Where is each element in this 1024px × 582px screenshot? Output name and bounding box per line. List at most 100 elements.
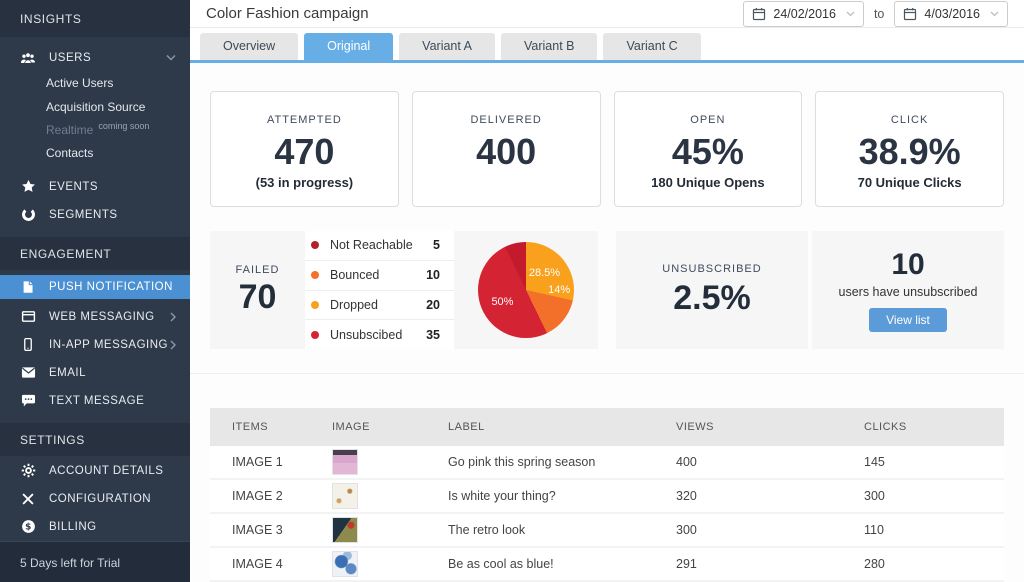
tab-variant-b[interactable]: Variant B (501, 33, 598, 60)
column-header-clicks: CLICKS (864, 421, 1004, 433)
tab-original[interactable]: Original (304, 33, 393, 60)
segments-ring-icon (20, 207, 36, 223)
stat-subtext: 180 Unique Opens (651, 175, 764, 191)
sidebar-item-web-messaging[interactable]: WEB MESSAGING (0, 303, 190, 331)
cell-label: Be as cool as blue! (448, 557, 676, 571)
tab-bar: Overview Original Variant A Variant B Va… (190, 28, 1024, 63)
failed-panel: FAILED 70 Not Reachable 5 Bounced 10 (210, 231, 598, 349)
date-to-value: 4/03/2016 (924, 7, 980, 21)
tab-variant-c[interactable]: Variant C (603, 33, 700, 60)
dollar-icon: $ (20, 519, 36, 535)
sidebar-item-billing[interactable]: $ BILLING (0, 513, 190, 541)
sidebar-item-contacts[interactable]: Contacts (0, 142, 190, 165)
sidebar-item-label: WEB MESSAGING (49, 311, 155, 323)
sidebar-item-label: BILLING (49, 521, 97, 533)
product-thumbnail (332, 551, 358, 577)
legend-item-bounced: Bounced 10 (305, 261, 454, 291)
tools-icon (20, 491, 36, 507)
sidebar-item-users[interactable]: USERS (0, 44, 190, 72)
cell-image (332, 517, 448, 543)
cell-label: Is white your thing? (448, 489, 676, 503)
stat-value: 45% (672, 131, 744, 172)
table-header: ITEMS IMAGE LABEL VIEWS CLICKS (210, 408, 1004, 446)
legend-item-unsubscribed: Unsubscibed 35 (305, 320, 454, 349)
cell-views: 300 (676, 523, 864, 537)
trial-days-left: 5 Days left for Trial (0, 541, 190, 582)
date-from-picker[interactable]: 24/02/2016 (743, 1, 864, 27)
sidebar-item-configuration[interactable]: CONFIGURATION (0, 485, 190, 513)
sidebar-item-email[interactable]: EMAIL (0, 359, 190, 387)
legend-value: 10 (426, 268, 440, 282)
column-header-items: ITEMS (210, 421, 332, 433)
sidebar: INSIGHTS USERS Active Users Acquisition … (0, 0, 190, 582)
legend-value: 35 (426, 328, 440, 342)
sidebar-item-account-details[interactable]: ACCOUNT DETAILS (0, 457, 190, 485)
sidebar-item-label: USERS (49, 52, 91, 64)
sidebar-item-label: EMAIL (49, 367, 86, 379)
cell-item: IMAGE 3 (210, 523, 332, 537)
section-divider (190, 373, 1024, 374)
stat-card-click: CLICK 38.9% 70 Unique Clicks (815, 91, 1004, 207)
tab-variant-a[interactable]: Variant A (399, 33, 495, 60)
sidebar-item-push-notification[interactable]: PUSH NOTIFICATION (0, 275, 190, 299)
phone-icon (20, 337, 36, 353)
stat-label: OPEN (690, 114, 725, 126)
cell-label: Go pink this spring season (448, 455, 676, 469)
tab-overview[interactable]: Overview (200, 33, 298, 60)
top-bar: Color Fashion campaign 24/02/2016 to 4/0… (190, 0, 1024, 28)
page-title: Color Fashion campaign (206, 5, 369, 22)
view-list-button[interactable]: View list (869, 308, 947, 332)
sidebar-item-active-users[interactable]: Active Users (0, 72, 190, 95)
failed-value: 70 (239, 278, 277, 317)
pie-slice-label: 50% (491, 296, 513, 308)
failed-summary: FAILED 70 (210, 231, 305, 349)
cell-views: 320 (676, 489, 864, 503)
stat-card-open: OPEN 45% 180 Unique Opens (614, 91, 803, 207)
users-icon (20, 50, 36, 66)
table-row[interactable]: IMAGE 2 Is white your thing? 320 300 (210, 480, 1004, 514)
cell-item: IMAGE 1 (210, 455, 332, 469)
stat-subtext: 70 Unique Clicks (858, 175, 962, 191)
unsubscribed-users-count: 10 (891, 248, 924, 282)
main-area: Color Fashion campaign 24/02/2016 to 4/0… (190, 0, 1024, 582)
coming-soon-badge: coming soon (98, 121, 149, 131)
failed-pie-chart: 28.5% 14% 50% (478, 242, 574, 338)
sidebar-item-acquisition-source[interactable]: Acquisition Source (0, 95, 190, 118)
legend-label: Not Reachable (330, 238, 433, 252)
cell-item: IMAGE 4 (210, 557, 332, 571)
stat-label: DELIVERED (470, 114, 541, 126)
product-thumbnail (332, 449, 358, 475)
date-to-picker[interactable]: 4/03/2016 (894, 1, 1008, 27)
gear-icon (20, 463, 36, 479)
table-row[interactable]: IMAGE 4 Be as cool as blue! 291 280 (210, 548, 1004, 582)
date-from-value: 24/02/2016 (773, 7, 836, 21)
sidebar-item-label: SEGMENTS (49, 209, 118, 221)
chevron-down-icon (846, 11, 855, 17)
browser-window-icon (20, 309, 36, 325)
cell-clicks: 300 (864, 489, 1004, 503)
failure-row: FAILED 70 Not Reachable 5 Bounced 10 (210, 231, 1004, 349)
legend-dot (311, 301, 319, 309)
unsubscribed-rate-panel: UNSUBSCRIBED 2.5% (616, 231, 808, 349)
sidebar-item-segments[interactable]: SEGMENTS (0, 201, 190, 229)
stats-row: ATTEMPTED 470 (53 in progress) DELIVERED… (210, 91, 1004, 207)
sidebar-item-label: IN-APP MESSAGING (49, 339, 168, 351)
table-row[interactable]: IMAGE 1 Go pink this spring season 400 1… (210, 446, 1004, 480)
cell-clicks: 280 (864, 557, 1004, 571)
stat-value: 38.9% (859, 131, 961, 172)
sidebar-item-label: PUSH NOTIFICATION (49, 281, 173, 293)
column-header-label: LABEL (448, 421, 676, 433)
legend-dot (311, 241, 319, 249)
sidebar-item-realtime: Realtime coming soon (0, 118, 190, 141)
chevron-right-icon (170, 312, 176, 322)
legend-label: Bounced (330, 268, 426, 282)
sidebar-item-text-message[interactable]: TEXT MESSAGE (0, 387, 190, 415)
table-row[interactable]: IMAGE 3 The retro look 300 110 (210, 514, 1004, 548)
cell-views: 400 (676, 455, 864, 469)
cell-clicks: 145 (864, 455, 1004, 469)
chevron-down-icon (990, 11, 999, 17)
stat-label: CLICK (891, 114, 928, 126)
sidebar-item-in-app-messaging[interactable]: IN-APP MESSAGING (0, 331, 190, 359)
date-to-label: to (874, 7, 884, 21)
sidebar-item-events[interactable]: EVENTS (0, 173, 190, 201)
